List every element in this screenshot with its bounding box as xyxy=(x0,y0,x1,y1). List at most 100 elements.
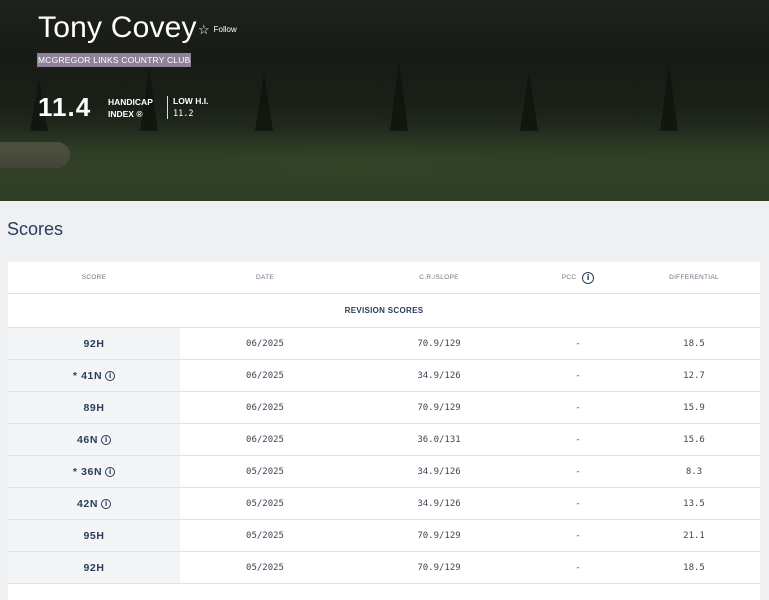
player-name: Tony Covey xyxy=(38,11,197,44)
differential-cell: 15.9 xyxy=(628,392,760,423)
pcc-cell: - xyxy=(528,520,628,551)
date-cell: 05/2025 xyxy=(180,552,350,583)
score-value[interactable]: 89H xyxy=(83,402,104,414)
column-header-cr-slope[interactable]: C.R./SLOPE xyxy=(350,262,528,293)
column-header-pcc: PCC i xyxy=(528,262,628,293)
score-cell[interactable]: 42N i xyxy=(8,488,180,519)
revision-scores-text: REVISION SCORES xyxy=(344,306,424,315)
handicap-divider xyxy=(167,96,168,119)
club-name[interactable]: MCGREGOR LINKS COUNTRY CLUB xyxy=(37,53,192,67)
differential-cell-value: 18.5 xyxy=(683,338,705,349)
pcc-cell: - xyxy=(528,328,628,359)
pcc-cell: - xyxy=(528,392,628,423)
date-cell: 05/2025 xyxy=(180,520,350,551)
cr-slope-cell: 70.9/129 xyxy=(350,520,528,551)
score-value[interactable]: 42N xyxy=(77,498,98,510)
table-row[interactable]: 46N i 06/2025 36.0/131 - 15.6 xyxy=(8,424,760,456)
score-cell[interactable]: * 41N i xyxy=(8,360,180,391)
pcc-cell-value: - xyxy=(575,402,581,413)
differential-cell: 18.5 xyxy=(628,328,760,359)
date-cell-value: 06/2025 xyxy=(246,370,284,381)
cr-slope-cell: 34.9/126 xyxy=(350,488,528,519)
date-cell-value: 06/2025 xyxy=(246,402,284,413)
score-cell[interactable]: 92H xyxy=(8,552,180,583)
pcc-cell: - xyxy=(528,424,628,455)
score-value[interactable]: * 41N xyxy=(73,370,102,382)
differential-cell: 15.6 xyxy=(628,424,760,455)
info-icon[interactable]: i xyxy=(582,271,595,284)
scores-title: Scores xyxy=(7,219,64,239)
pcc-cell-value: - xyxy=(575,370,581,381)
date-cell: 06/2025 xyxy=(180,392,350,423)
date-cell: 05/2025 xyxy=(180,488,350,519)
info-icon[interactable]: i xyxy=(105,370,116,381)
cr-slope-cell-value: 70.9/129 xyxy=(417,562,461,573)
date-cell-value: 05/2025 xyxy=(246,466,284,477)
score-cell[interactable]: 92H xyxy=(8,328,180,359)
column-header-score[interactable]: SCORE xyxy=(8,262,180,293)
score-value[interactable]: 92H xyxy=(83,338,104,350)
table-row[interactable]: * 41N i 06/2025 34.9/126 - 12.7 xyxy=(8,360,760,392)
cr-slope-cell: 34.9/126 xyxy=(350,456,528,487)
differential-cell: 18.5 xyxy=(628,552,760,583)
pcc-label: PCC xyxy=(561,274,577,281)
table-row[interactable]: 95H 05/2025 70.9/129 - 21.1 xyxy=(8,520,760,552)
table-header: SCORE DATE C.R./SLOPE PCC i DIFFERENTIAL xyxy=(8,262,760,294)
score-value[interactable]: * 36N xyxy=(73,466,102,478)
differential-cell-value: 15.6 xyxy=(683,434,705,445)
section-row: REVISION SCORES xyxy=(8,294,760,328)
differential-cell: 13.5 xyxy=(628,488,760,519)
cr-slope-cell: 34.9/126 xyxy=(350,360,528,391)
cr-slope-cell-value: 34.9/126 xyxy=(417,466,461,477)
scores-table: SCORE DATE C.R./SLOPE PCC i DIFFERENTIAL… xyxy=(8,262,760,600)
date-cell: 06/2025 xyxy=(180,424,350,455)
follow-button[interactable]: ☆ Follow xyxy=(198,23,237,36)
pcc-cell-value: - xyxy=(575,434,581,445)
score-cell[interactable]: 46N i xyxy=(8,424,180,455)
cr-slope-cell: 70.9/129 xyxy=(350,552,528,583)
score-cell[interactable]: 95H xyxy=(8,520,180,551)
cr-slope-cell-value: 70.9/129 xyxy=(417,402,461,413)
score-value[interactable]: 46N xyxy=(77,434,98,446)
pcc-cell-value: - xyxy=(575,498,581,509)
info-icon[interactable]: i xyxy=(105,466,116,477)
differential-cell-value: 13.5 xyxy=(683,498,705,509)
star-outline-icon: ☆ xyxy=(198,22,210,37)
differential-cell-value: 21.1 xyxy=(683,530,705,541)
date-cell-value: 06/2025 xyxy=(246,434,284,445)
pcc-cell-value: - xyxy=(575,466,581,477)
table-row[interactable]: 92H 06/2025 70.9/129 - 18.5 xyxy=(8,328,760,360)
pcc-cell: - xyxy=(528,360,628,391)
info-icon[interactable]: i xyxy=(101,434,112,445)
table-row[interactable]: 89H 06/2025 70.9/129 - 15.9 xyxy=(8,392,760,424)
low-hi-value: 11.2 xyxy=(173,109,194,119)
cr-slope-cell-value: 34.9/126 xyxy=(417,498,461,509)
table-row[interactable]: 42N i 05/2025 34.9/126 - 13.5 xyxy=(8,488,760,520)
low-hi-label: LOW H.I. xyxy=(173,96,209,106)
date-cell: 05/2025 xyxy=(180,456,350,487)
pcc-cell-value: - xyxy=(575,530,581,541)
info-icon[interactable]: i xyxy=(101,498,112,509)
differential-cell-value: 18.5 xyxy=(683,562,705,573)
column-header-date[interactable]: DATE xyxy=(180,262,350,293)
handicap-label-line1: HANDICAP xyxy=(108,97,153,107)
differential-cell: 8.3 xyxy=(628,456,760,487)
pcc-cell-value: - xyxy=(575,562,581,573)
table-row[interactable]: * 36N i 05/2025 34.9/126 - 8.3 xyxy=(8,456,760,488)
pcc-cell: - xyxy=(528,456,628,487)
date-cell-value: 06/2025 xyxy=(246,338,284,349)
score-cell[interactable]: * 36N i xyxy=(8,456,180,487)
column-header-differential[interactable]: DIFFERENTIAL xyxy=(628,262,760,293)
follow-label: Follow xyxy=(213,25,237,34)
handicap-label-line2: INDEX ® xyxy=(108,109,143,119)
table-row[interactable]: 92H 05/2025 70.9/129 - 18.5 xyxy=(8,552,760,584)
date-cell-value: 05/2025 xyxy=(246,530,284,541)
handicap-index-value: 11.4 xyxy=(38,92,92,122)
differential-cell-value: 8.3 xyxy=(685,466,703,477)
score-cell[interactable]: 89H xyxy=(8,392,180,423)
cr-slope-cell: 70.9/129 xyxy=(350,392,528,423)
pcc-cell: - xyxy=(528,552,628,583)
cr-slope-cell-value: 70.9/129 xyxy=(417,338,461,349)
score-value[interactable]: 92H xyxy=(83,562,104,574)
score-value[interactable]: 95H xyxy=(83,530,104,542)
